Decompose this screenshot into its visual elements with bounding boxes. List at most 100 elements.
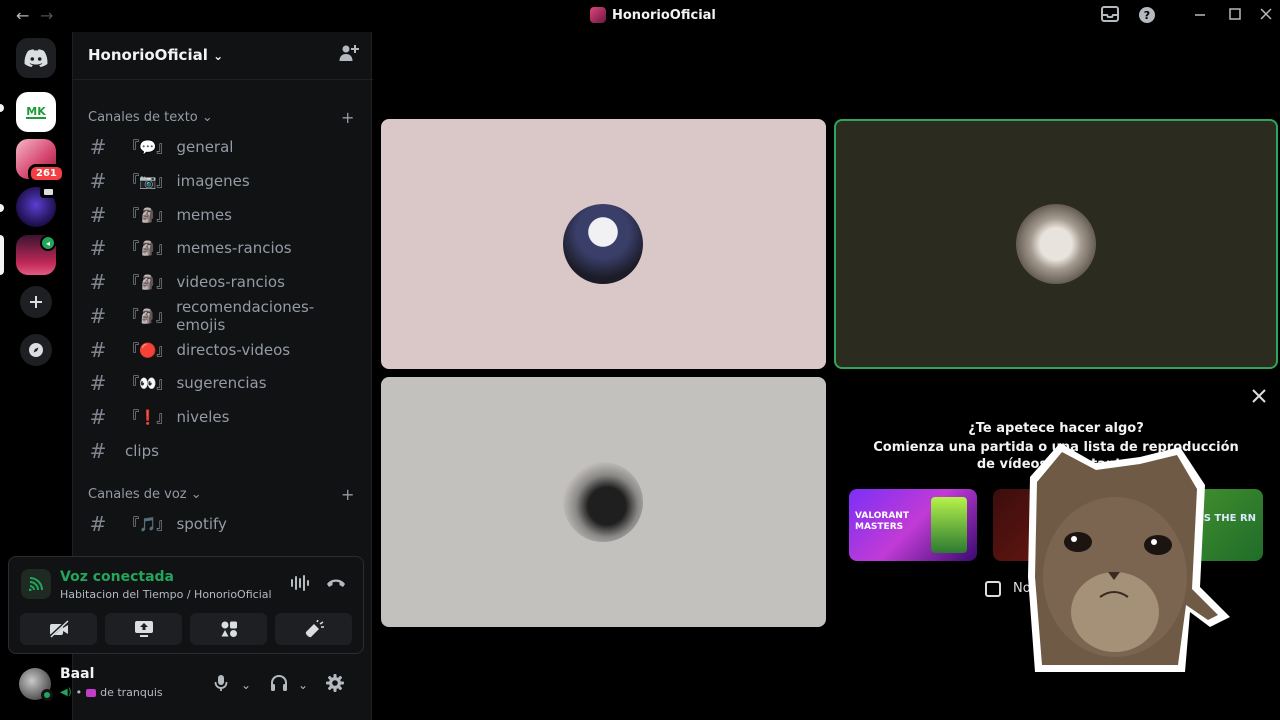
connection-signal-icon[interactable]: [21, 569, 51, 599]
user-status[interactable]: ◀) • de tranquis: [60, 686, 163, 699]
activity-card-title: VALORANT MASTERS: [855, 511, 909, 532]
hashtag-icon: #: [89, 270, 107, 294]
back-arrow-icon[interactable]: ←: [16, 6, 29, 25]
close-icon[interactable]: [1251, 385, 1267, 409]
channel-name: sugerencias: [176, 374, 267, 392]
close-window-icon[interactable]: [1260, 6, 1272, 26]
video-tile-user-2-speaking[interactable]: [834, 119, 1278, 369]
headphones-icon[interactable]: [270, 674, 288, 696]
minimize-icon[interactable]: [1194, 6, 1206, 26]
server-icon: [590, 7, 606, 23]
disconnect-phone-icon[interactable]: [326, 575, 346, 594]
channel-emoji: 『🎵』: [125, 517, 171, 533]
voice-active-icon: ◂: [40, 235, 56, 251]
channel-memes[interactable]: # 『🗿』 memes: [81, 199, 361, 231]
channel-videos-rancios[interactable]: # 『🗿』 videos-rancios: [81, 266, 361, 298]
dont-show-checkbox[interactable]: [985, 581, 1001, 597]
channel-emoji: 『🗿』: [125, 241, 171, 257]
hashtag-icon: #: [89, 338, 107, 362]
mic-options-chevron-icon[interactable]: ⌄: [241, 678, 251, 692]
title-bar: ← → HonorioOficial ?: [0, 0, 1280, 32]
server-mk-icon[interactable]: MK: [16, 92, 56, 132]
add-server-icon[interactable]: [20, 286, 52, 318]
channel-emoji: 『👀』: [125, 376, 171, 392]
online-status-icon: [41, 689, 53, 701]
hashtag-icon: #: [89, 405, 107, 429]
server-name[interactable]: HonorioOficial ⌄: [88, 46, 223, 64]
channel-name: general: [176, 138, 234, 156]
channel-general[interactable]: # 『💬』 general: [81, 131, 361, 163]
hashtag-icon: #: [89, 439, 107, 463]
discord-home-icon[interactable]: [16, 38, 56, 78]
custom-status-text: de tranquis: [100, 686, 163, 699]
voice-connected-panel: Voz conectada Habitacion del Tiempo / Ho…: [8, 556, 364, 654]
unread-pill: [0, 104, 4, 112]
maximize-icon[interactable]: [1229, 6, 1241, 26]
channel-emoji: 『🗿』: [125, 208, 171, 224]
channel-sugerencias[interactable]: # 『👀』 sugerencias: [81, 367, 361, 399]
channel-recomendaciones-emojis[interactable]: # 『🗿』 recomendaciones-emojis: [81, 298, 361, 334]
selected-pill: [0, 235, 4, 275]
channel-name: imagenes: [176, 172, 250, 190]
participant-avatar: [563, 462, 643, 542]
activity-card-valorant[interactable]: VALORANT MASTERS: [849, 489, 977, 561]
user-panel: Baal ◀) • de tranquis ⌄ ⌄: [0, 660, 344, 712]
channel-imagenes[interactable]: # 『📷』 imagenes: [81, 165, 361, 197]
svg-text:MK: MK: [26, 105, 46, 118]
help-icon[interactable]: ?: [1138, 6, 1156, 28]
forward-arrow-icon[interactable]: →: [40, 6, 53, 25]
mention-badge: 261: [28, 164, 65, 183]
participant-avatar: [1016, 204, 1096, 284]
video-tile-user-3[interactable]: [381, 377, 826, 627]
server-header[interactable]: HonorioOficial ⌄: [73, 32, 373, 80]
add-text-channel-icon[interactable]: +: [341, 108, 354, 127]
activities-button[interactable]: [190, 613, 267, 645]
channel-emoji: 『🗿』: [125, 275, 171, 291]
video-tile-user-1[interactable]: [381, 119, 826, 369]
participant-avatar: [563, 204, 643, 284]
category-voice-channels[interactable]: Canales de voz ⌄: [88, 487, 202, 502]
explore-compass-icon[interactable]: [20, 334, 52, 366]
inbox-icon[interactable]: [1101, 6, 1119, 26]
channel-name: clips: [125, 442, 159, 460]
invite-people-icon[interactable]: [339, 44, 359, 67]
hashtag-icon: #: [89, 371, 107, 395]
voice-channel-path[interactable]: Habitacion del Tiempo / HonorioOficial: [60, 588, 272, 601]
audio-options-chevron-icon[interactable]: ⌄: [298, 678, 308, 692]
unread-pill: [0, 204, 4, 212]
channel-emoji: 『💬』: [125, 140, 171, 156]
channel-name: memes-rancios: [176, 239, 292, 257]
channel-name: recomendaciones-emojis: [176, 298, 315, 334]
microphone-icon[interactable]: [214, 674, 228, 696]
soundboard-button[interactable]: [275, 613, 352, 645]
channel-emoji: 『🔴』: [125, 343, 171, 359]
channel-emoji: 『📷』: [125, 174, 171, 190]
hashtag-icon: #: [89, 169, 107, 193]
channel-spotify[interactable]: # 『🎵』 spotify: [81, 508, 361, 540]
channel-memes-rancios[interactable]: # 『🗿』 memes-rancios: [81, 232, 361, 264]
channel-clips[interactable]: # clips: [81, 435, 361, 467]
sad-cat-sticker: [1020, 437, 1232, 677]
noise-suppression-icon[interactable]: [290, 575, 310, 595]
custom-status-emoji: [86, 688, 97, 697]
camera-off-button[interactable]: [20, 613, 97, 645]
voice-status-title: Voz conectada: [60, 569, 174, 585]
channel-directos-videos[interactable]: # 『🔴』 directos-videos: [81, 334, 361, 366]
screen-share-indicator-icon: [40, 186, 56, 198]
window-title-text: HonorioOficial: [612, 7, 716, 23]
username[interactable]: Baal: [60, 666, 94, 682]
activity-card-art: [931, 497, 967, 553]
window-title: HonorioOficial: [590, 7, 716, 23]
channel-niveles[interactable]: # 『❗』 niveles: [81, 401, 361, 433]
settings-gear-icon[interactable]: [326, 674, 344, 696]
screen-share-button[interactable]: [105, 613, 182, 645]
add-voice-channel-icon[interactable]: +: [341, 485, 354, 504]
category-text-channels[interactable]: Canales de texto ⌄: [88, 110, 213, 125]
channel-name: videos-rancios: [176, 273, 285, 291]
hashtag-icon: #: [89, 304, 107, 328]
hashtag-icon: #: [89, 135, 107, 159]
channel-name: memes: [176, 206, 232, 224]
hashtag-icon: #: [89, 236, 107, 260]
channel-name: niveles: [176, 408, 230, 426]
channel-emoji: 『❗』: [125, 410, 171, 426]
